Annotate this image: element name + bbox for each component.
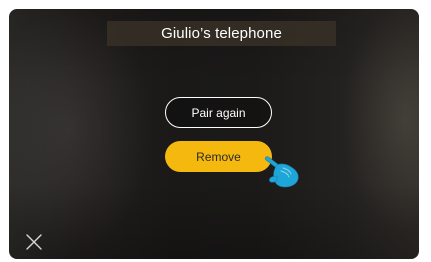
close-icon[interactable] — [25, 233, 43, 251]
device-frame: Giulio’s telephone Pair again Remove — [0, 0, 431, 262]
screen: Giulio’s telephone Pair again Remove — [9, 9, 419, 259]
page-title: Giulio’s telephone — [161, 25, 282, 42]
pair-again-button[interactable]: Pair again — [165, 97, 272, 128]
title-bar: Giulio’s telephone — [107, 21, 336, 46]
remove-button[interactable]: Remove — [165, 141, 272, 172]
pointing-hand-icon — [263, 154, 303, 190]
